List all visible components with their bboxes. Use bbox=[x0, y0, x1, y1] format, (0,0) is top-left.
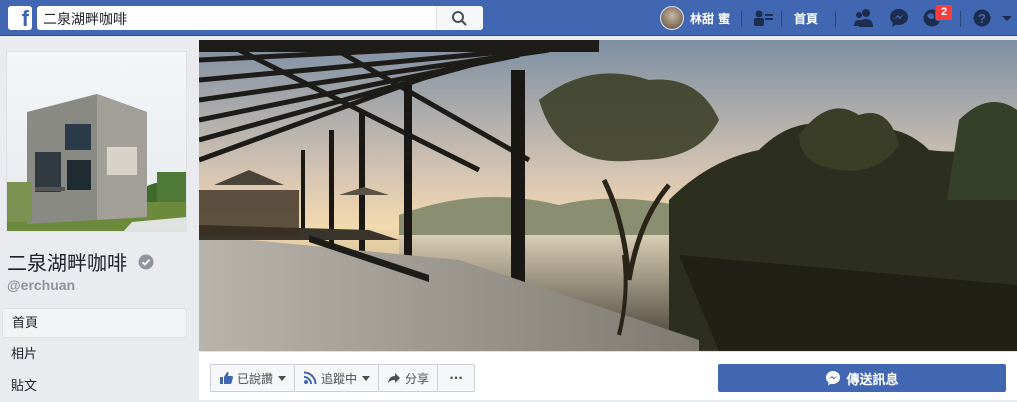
search-button[interactable] bbox=[436, 6, 483, 30]
more-options-button[interactable]: ··· bbox=[438, 365, 474, 391]
sidebar-item-label: 相片 bbox=[11, 347, 38, 362]
rss-feed-icon bbox=[303, 371, 317, 385]
more-options-label: ··· bbox=[449, 371, 463, 385]
profile-building-image bbox=[7, 52, 186, 231]
facebook-logo[interactable]: f bbox=[8, 6, 32, 31]
page-username[interactable]: @erchuan bbox=[7, 277, 75, 293]
nav-divider bbox=[741, 11, 742, 27]
following-button-label: 追蹤中 bbox=[321, 371, 358, 386]
page-profile-picture[interactable] bbox=[6, 51, 187, 232]
sidebar-item-label: 首頁 bbox=[12, 316, 39, 331]
chevron-down-icon bbox=[362, 375, 371, 381]
cover-lakeside-pergola-image bbox=[199, 40, 1017, 351]
notification-count-badge: 2 bbox=[935, 4, 953, 21]
svg-text:?: ? bbox=[978, 11, 986, 26]
liked-button[interactable]: 已說讚 bbox=[211, 365, 296, 391]
page-title[interactable]: 二泉湖畔咖啡 bbox=[7, 247, 127, 276]
nav-divider bbox=[835, 11, 836, 27]
send-message-button[interactable]: 傳送訊息 bbox=[718, 364, 1006, 392]
search-field[interactable]: 二泉湖畔咖啡 bbox=[37, 6, 483, 30]
cover-photo[interactable] bbox=[199, 40, 1017, 351]
nav-divider bbox=[960, 11, 961, 27]
account-menu-caret-icon[interactable] bbox=[996, 8, 1017, 28]
help-icon[interactable]: ? bbox=[972, 8, 994, 28]
user-name-link[interactable]: 林甜 蜜 bbox=[690, 10, 730, 27]
top-navigation-bar: f 二泉湖畔咖啡 林甜 蜜 首頁 2 ? bbox=[0, 0, 1017, 36]
sidebar-item-posts[interactable]: 貼文 bbox=[0, 372, 187, 402]
sidebar-item-home[interactable]: 首頁 bbox=[2, 308, 187, 338]
user-avatar[interactable] bbox=[660, 6, 684, 30]
following-button[interactable]: 追蹤中 bbox=[295, 365, 380, 391]
home-link[interactable]: 首頁 bbox=[794, 10, 818, 27]
share-button-label: 分享 bbox=[405, 371, 430, 386]
verified-check-icon bbox=[138, 254, 154, 270]
sidebar-item-label: 貼文 bbox=[11, 379, 38, 394]
page-action-buttons: 已說讚 追蹤中 分享 ··· bbox=[210, 364, 476, 392]
share-arrow-icon bbox=[388, 373, 401, 383]
liked-button-label: 已說讚 bbox=[237, 371, 274, 386]
thumbs-up-icon bbox=[220, 372, 233, 384]
search-icon bbox=[452, 11, 467, 26]
friend-requests-icon[interactable] bbox=[853, 8, 875, 28]
chevron-down-icon bbox=[278, 375, 287, 381]
send-message-label: 傳送訊息 bbox=[846, 372, 899, 388]
sidebar-item-photos[interactable]: 相片 bbox=[0, 340, 187, 370]
find-friends-icon[interactable] bbox=[753, 8, 775, 28]
messenger-icon bbox=[826, 371, 841, 386]
nav-divider bbox=[781, 11, 782, 27]
search-input[interactable]: 二泉湖畔咖啡 bbox=[43, 9, 127, 29]
messenger-icon[interactable] bbox=[888, 8, 910, 28]
facebook-logo-letter: f bbox=[21, 6, 29, 31]
share-button[interactable]: 分享 bbox=[379, 365, 439, 391]
